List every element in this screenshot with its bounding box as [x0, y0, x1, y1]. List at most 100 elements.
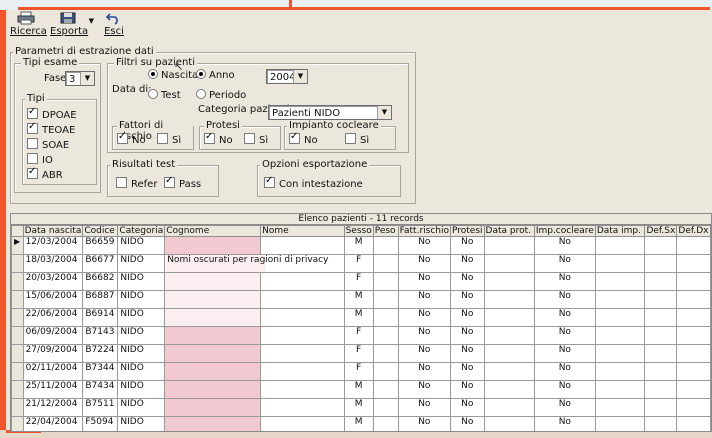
cell-protesi[interactable]: No: [450, 362, 485, 381]
cell-protesi[interactable]: No: [450, 236, 485, 255]
cell-data-imp[interactable]: [594, 362, 646, 381]
cell-data-nascita[interactable]: 18/03/2004: [22, 254, 84, 273]
cell-data-prot[interactable]: [483, 380, 535, 399]
column-header[interactable]: Data imp.: [594, 225, 646, 237]
row-selector[interactable]: [11, 344, 24, 363]
cell-categoria[interactable]: NIDO: [117, 272, 166, 291]
cell-nome[interactable]: [260, 416, 345, 431]
cell-protesi[interactable]: No: [450, 344, 485, 363]
cell-imp-cocleare[interactable]: No: [533, 380, 596, 399]
cell-imp-cocleare[interactable]: No: [533, 308, 596, 327]
cell-peso[interactable]: [372, 308, 399, 327]
cell-data-nascita[interactable]: 22/06/2004: [22, 308, 84, 327]
cell-nome[interactable]: [260, 398, 345, 417]
cell-peso[interactable]: [372, 362, 399, 381]
column-header[interactable]: Def.Dx: [676, 225, 711, 237]
cell-fatt-rischio[interactable]: No: [397, 398, 452, 417]
cell-cognome-masked[interactable]: [164, 380, 262, 399]
column-header[interactable]: Imp.cocleare: [533, 225, 596, 237]
cell-def-dx[interactable]: [676, 362, 711, 381]
cell-data-prot[interactable]: [483, 416, 535, 431]
cell-peso[interactable]: [372, 290, 399, 309]
search-button[interactable]: Ricerca: [10, 11, 47, 37]
cell-imp-cocleare[interactable]: No: [533, 326, 596, 345]
cell-cognome-masked[interactable]: Nomi oscurati per ragioni di privacy: [164, 254, 345, 273]
cell-protesi[interactable]: No: [450, 326, 485, 345]
cell-data-nascita[interactable]: 20/03/2004: [22, 272, 84, 291]
cell-data-nascita[interactable]: 22/04/2004: [22, 416, 84, 431]
cell-protesi[interactable]: No: [450, 272, 485, 291]
cell-fatt-rischio[interactable]: No: [397, 362, 452, 381]
cell-data-nascita[interactable]: 27/09/2004: [22, 344, 84, 363]
cell-data-prot[interactable]: [483, 326, 535, 345]
cell-data-nascita[interactable]: 15/06/2004: [22, 290, 84, 309]
cell-def-sx[interactable]: [644, 326, 678, 345]
checkbox-soae[interactable]: SOAE: [27, 138, 69, 151]
cell-data-imp[interactable]: [594, 272, 646, 291]
cell-categoria[interactable]: NIDO: [117, 344, 166, 363]
column-header[interactable]: Cognome: [164, 225, 262, 237]
risk-si-checkbox[interactable]: Sì: [157, 133, 181, 146]
cell-def-dx[interactable]: [676, 326, 711, 345]
radio-nascita[interactable]: Nascita: [148, 69, 198, 81]
cell-def-sx[interactable]: [644, 254, 678, 273]
cell-imp-cocleare[interactable]: No: [533, 344, 596, 363]
row-selector[interactable]: [11, 254, 24, 273]
cell-def-dx[interactable]: [676, 344, 711, 363]
refer-checkbox[interactable]: Refer: [116, 177, 157, 190]
cell-codice[interactable]: B7434: [82, 380, 119, 399]
cell-def-dx[interactable]: [676, 308, 711, 327]
cell-codice[interactable]: B7511: [82, 398, 119, 417]
cell-categoria[interactable]: NIDO: [117, 254, 166, 273]
cell-def-sx[interactable]: [644, 344, 678, 363]
row-selector[interactable]: [11, 326, 24, 345]
cell-protesi[interactable]: No: [450, 308, 485, 327]
cell-categoria[interactable]: NIDO: [117, 290, 166, 309]
row-selector[interactable]: [11, 362, 24, 381]
cell-imp-cocleare[interactable]: No: [533, 398, 596, 417]
cell-def-sx[interactable]: [644, 290, 678, 309]
table-row[interactable]: 06/09/2004 B7143 NIDO F No No No: [11, 326, 711, 345]
cell-categoria[interactable]: NIDO: [117, 380, 166, 399]
cell-sesso[interactable]: F: [343, 344, 374, 363]
cell-imp-cocleare[interactable]: No: [533, 236, 596, 255]
cell-def-sx[interactable]: [644, 236, 678, 255]
table-row[interactable]: 27/09/2004 B7224 NIDO F No No No: [11, 344, 711, 363]
cell-sesso[interactable]: F: [343, 362, 374, 381]
cell-codice[interactable]: B7224: [82, 344, 119, 363]
year-select[interactable]: 2004 ▼: [266, 69, 308, 84]
cell-def-dx[interactable]: [676, 416, 711, 431]
cell-cognome-masked[interactable]: [164, 416, 262, 431]
cell-def-sx[interactable]: [644, 272, 678, 291]
cell-def-sx[interactable]: [644, 416, 678, 431]
column-header[interactable]: Fatt.rischio: [397, 225, 452, 237]
cell-data-imp[interactable]: [594, 380, 646, 399]
cell-cognome-masked[interactable]: [164, 308, 262, 327]
cell-categoria[interactable]: NIDO: [117, 416, 166, 431]
cell-codice[interactable]: B6682: [82, 272, 119, 291]
cell-nome[interactable]: [260, 326, 345, 345]
column-header[interactable]: Nome: [260, 225, 345, 237]
export-button[interactable]: Esporta ▼: [50, 11, 94, 37]
cell-fatt-rischio[interactable]: No: [397, 308, 452, 327]
exit-button[interactable]: Esci: [102, 11, 126, 37]
cell-protesi[interactable]: No: [450, 398, 485, 417]
cell-imp-cocleare[interactable]: No: [533, 272, 596, 291]
cell-peso[interactable]: [372, 326, 399, 345]
cell-codice[interactable]: B6887: [82, 290, 119, 309]
risk-no-checkbox[interactable]: No: [117, 131, 146, 146]
implant-no-checkbox[interactable]: No: [289, 131, 318, 146]
cell-imp-cocleare[interactable]: No: [533, 290, 596, 309]
cell-cognome-masked[interactable]: [164, 272, 262, 291]
cell-categoria[interactable]: NIDO: [117, 362, 166, 381]
cell-codice[interactable]: B7143: [82, 326, 119, 345]
cell-fatt-rischio[interactable]: No: [397, 416, 452, 431]
cell-protesi[interactable]: No: [450, 380, 485, 399]
cell-def-dx[interactable]: [676, 380, 711, 399]
cell-nome[interactable]: [260, 236, 345, 255]
cell-def-sx[interactable]: [644, 308, 678, 327]
checkbox-dpoae[interactable]: DPOAE: [27, 106, 77, 121]
table-row[interactable]: 22/06/2004 B6914 NIDO M No No No: [11, 308, 711, 327]
cell-nome[interactable]: [260, 308, 345, 327]
checkbox-io[interactable]: IO: [27, 153, 53, 166]
